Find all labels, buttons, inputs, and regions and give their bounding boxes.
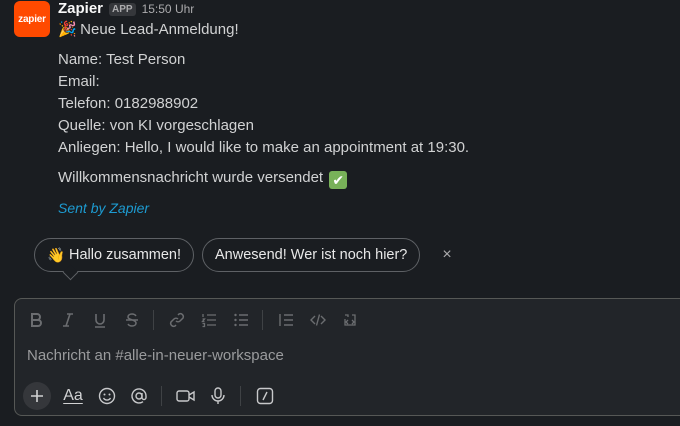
suggestion-chip-hello[interactable]: 👋 Hallo zusammen! xyxy=(34,238,195,281)
party-popper-icon: 🎉 xyxy=(58,21,77,38)
message-input[interactable] xyxy=(27,347,587,364)
plus-icon[interactable] xyxy=(23,382,51,410)
mention-icon[interactable] xyxy=(127,384,151,408)
message-title: Neue Lead-Anmeldung! xyxy=(80,21,239,38)
suggestion-chip-hello-label: Hallo zusammen! xyxy=(69,247,182,263)
message-title-line: 🎉 Neue Lead-Anmeldung! xyxy=(58,19,239,41)
composer-actions: Aa xyxy=(23,382,285,410)
code-icon[interactable] xyxy=(307,309,329,331)
field-name: Name: Test Person xyxy=(58,51,186,68)
code-block-icon[interactable] xyxy=(339,309,361,331)
check-mark-icon: ✔ xyxy=(329,171,348,189)
welcome-status-line: Willkommensnachricht wurde versendet ✔ xyxy=(58,167,348,189)
strikethrough-icon[interactable] xyxy=(121,309,143,331)
suggested-replies: 👋 Hallo zusammen! Anwesend! Wer ist noch… xyxy=(34,238,452,281)
bullet-list-icon[interactable] xyxy=(230,309,252,331)
microphone-icon[interactable] xyxy=(206,384,230,408)
formatting-toggle-label: Aa xyxy=(63,387,83,404)
actions-divider xyxy=(161,386,162,406)
sender-name[interactable]: Zapier xyxy=(58,0,103,17)
link-icon[interactable] xyxy=(166,309,188,331)
field-source: Quelle: von KI vorgeschlagen xyxy=(58,117,254,134)
ordered-list-icon[interactable] xyxy=(198,309,220,331)
suggestion-chip-present[interactable]: Anwesend! Wer ist noch hier? xyxy=(202,238,421,272)
underline-icon[interactable] xyxy=(89,309,111,331)
message: Zapier APP 15:50 Uhr 🎉 Neue Lead-Anmeldu… xyxy=(58,0,658,216)
zapier-avatar[interactable]: zapier xyxy=(14,1,50,37)
toolbar-divider xyxy=(262,310,263,330)
suggestion-chip-present-label: Anwesend! Wer ist noch hier? xyxy=(215,247,408,263)
waving-hand-icon: 👋 xyxy=(47,247,66,264)
emoji-icon[interactable] xyxy=(95,384,119,408)
app-badge: APP xyxy=(109,3,136,16)
sent-by-link[interactable]: Sent by Zapier xyxy=(58,197,149,219)
chip-pointer xyxy=(62,264,79,281)
timestamp[interactable]: 15:50 Uhr xyxy=(142,2,195,16)
field-phone: Telefon: 0182988902 xyxy=(58,95,199,112)
field-email: Email: xyxy=(58,73,100,90)
actions-divider xyxy=(240,386,241,406)
italic-icon[interactable] xyxy=(57,309,79,331)
slash-command-icon[interactable] xyxy=(253,384,277,408)
dismiss-suggestions-button[interactable]: × xyxy=(442,246,451,264)
message-composer: Aa xyxy=(14,298,680,416)
message-header: Zapier APP 15:50 Uhr xyxy=(58,0,658,18)
blockquote-icon[interactable] xyxy=(275,309,297,331)
formatting-toggle-button[interactable]: Aa xyxy=(59,384,87,408)
welcome-status: Willkommensnachricht wurde versendet xyxy=(58,169,324,186)
formatting-toolbar xyxy=(25,309,371,331)
bold-icon[interactable] xyxy=(25,309,47,331)
field-concern: Anliegen: Hello, I would like to make an… xyxy=(58,139,470,156)
video-icon[interactable] xyxy=(174,384,198,408)
toolbar-divider xyxy=(153,310,154,330)
